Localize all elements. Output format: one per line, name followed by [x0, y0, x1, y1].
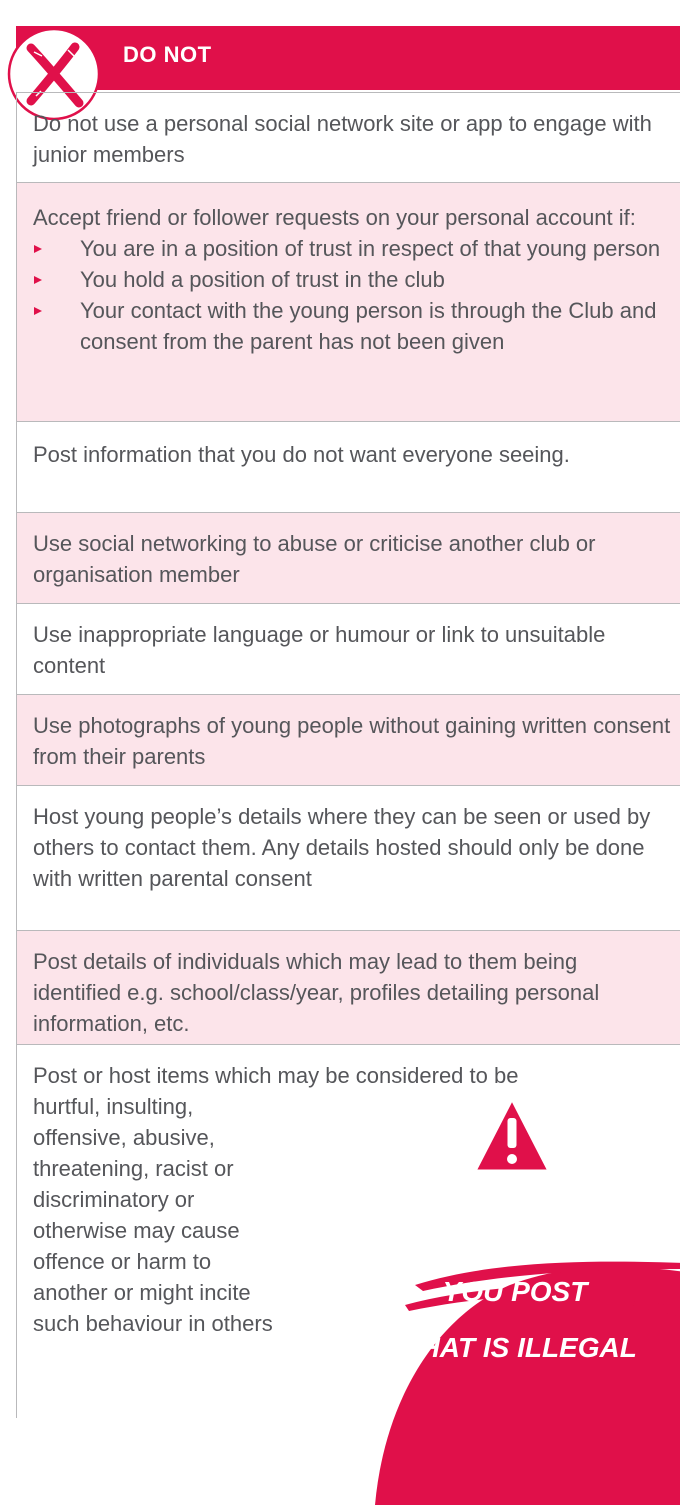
row-text: Use inappropriate language or humour or … [33, 622, 606, 678]
table-row: Use photographs of young people without … [17, 694, 680, 785]
row-text: Post information that you do not want ev… [33, 442, 570, 467]
page: DO NOT Do not use a personal social netw… [0, 0, 680, 1505]
row-text: Use photographs of young people without … [33, 713, 671, 769]
header-title: DO NOT [123, 42, 212, 67]
table-row: Host young people’s details where they c… [17, 785, 680, 930]
row-text: Host young people’s details where they c… [33, 804, 651, 891]
bullet-item: You are in a position of trust in respec… [33, 233, 671, 264]
warning-icon [473, 1097, 551, 1173]
table-row: Use social networking to abuse or critic… [17, 512, 680, 603]
table-row: Post details of individuals which may le… [17, 930, 680, 1044]
bullet-item: You hold a position of trust in the club [33, 264, 671, 295]
remember-line: REMEMBER: [428, 1194, 602, 1225]
table-row: Accept friend or follower requests on yo… [17, 182, 680, 421]
table-row: Use inappropriate language or humour or … [17, 603, 680, 694]
row-text: Use social networking to abuse or critic… [33, 531, 596, 587]
remember-line: WHAT IS ILLEGAL [393, 1332, 637, 1363]
row-text: Post details of individuals which may le… [33, 949, 600, 1036]
bullet-list: You are in a position of trust in respec… [33, 233, 671, 357]
table-row: Post information that you do not want ev… [17, 421, 680, 512]
bullet-item: Your contact with the young person is th… [33, 295, 671, 357]
row-text: hurtful, insulting, offensive, abusive, … [33, 1094, 273, 1336]
do-not-header [16, 26, 680, 90]
row-text: Post or host items which may be consider… [33, 1063, 519, 1088]
table-row: Do not use a personal social network sit… [17, 92, 680, 182]
remember-line: YOU POST [442, 1276, 588, 1307]
row-content: Accept friend or follower requests on yo… [33, 202, 671, 357]
remember-line: THINK BEFORE [410, 1235, 620, 1266]
row-intro: Accept friend or follower requests on yo… [33, 205, 636, 230]
row-text: Do not use a personal social network sit… [33, 111, 652, 167]
